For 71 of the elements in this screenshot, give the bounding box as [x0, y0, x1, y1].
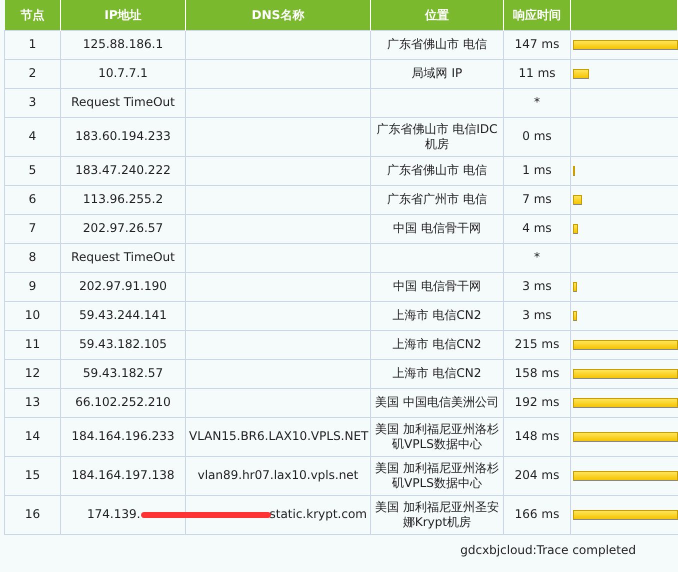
hop-number: 12 — [24, 366, 40, 380]
hop-number: 5 — [28, 163, 36, 177]
dns-name: VLAN15.BR6.LAX10.VPLS.NET — [189, 429, 368, 443]
response-time: 166 ms — [514, 507, 560, 521]
response-time: 7 ms — [522, 192, 552, 206]
hop-number: 9 — [28, 279, 36, 293]
ip-address: 59.43.244.141 — [79, 308, 167, 322]
location-text: 广东省佛山市 电信 — [387, 163, 487, 178]
column-header: 响应时间 — [513, 8, 561, 22]
ip-address: 59.43.182.57 — [82, 366, 164, 380]
response-time: 192 ms — [514, 395, 560, 409]
hop-number: 14 — [24, 429, 40, 443]
hop-number: 1 — [28, 37, 36, 51]
column-header: 节点 — [20, 8, 44, 22]
location-text: 上海市 电信CN2 — [392, 308, 482, 323]
response-time: 1 ms — [522, 163, 552, 177]
response-time: 3 ms — [522, 308, 552, 322]
ip-address: 202.97.91.190 — [79, 279, 167, 293]
ip-address: 66.102.252.210 — [75, 395, 171, 409]
response-time: 215 ms — [514, 337, 560, 351]
location-text: 广东省佛山市 电信IDC机房 — [376, 122, 498, 152]
hop-number: 16 — [24, 507, 40, 521]
location-text: 上海市 电信CN2 — [392, 366, 482, 381]
location-text: 美国 加利福尼亚州洛杉矶VPLS数据中心 — [375, 422, 499, 452]
hop-number: 6 — [28, 192, 36, 206]
hop-number: 15 — [24, 468, 40, 482]
ip-address: 59.43.182.105 — [79, 337, 167, 351]
ip-address: 184.164.196.233 — [71, 429, 175, 443]
hop-number: 10 — [24, 308, 40, 322]
hop-number: 4 — [28, 129, 36, 143]
hop-number: 3 — [28, 95, 36, 109]
location-text: 局域网 IP — [412, 66, 462, 81]
column-header: 位置 — [425, 8, 449, 22]
response-time: 158 ms — [514, 366, 560, 380]
column-header: DNS名称 — [252, 8, 304, 22]
status-text: gdcxbjcloud:Trace completed — [460, 542, 636, 556]
ip-address: 10.7.7.1 — [98, 66, 148, 80]
location-text: 美国 中国电信美洲公司 — [375, 395, 499, 410]
location-text: 上海市 电信CN2 — [392, 337, 482, 352]
ip-address: 113.96.255.2 — [82, 192, 164, 206]
hop-number: 11 — [24, 337, 40, 351]
ip-address: 184.164.197.138 — [71, 468, 175, 482]
hop-number: 8 — [28, 250, 36, 264]
response-time: 204 ms — [514, 468, 560, 482]
ip-address: 202.97.26.57 — [82, 221, 164, 235]
dns-name: static.krypt.com — [269, 507, 367, 521]
response-time: * — [534, 250, 540, 264]
hop-number: 13 — [24, 395, 40, 409]
ip-address: 125.88.186.1 — [82, 37, 164, 51]
column-header: IP地址 — [104, 8, 142, 22]
ip-address: Request TimeOut — [71, 95, 175, 109]
ip-address: Request TimeOut — [71, 250, 175, 264]
response-time: 11 ms — [518, 66, 556, 80]
location-text: 中国 电信骨干网 — [393, 221, 481, 236]
response-time: 3 ms — [522, 279, 552, 293]
location-text: 广东省佛山市 电信 — [387, 37, 487, 52]
location-text: 美国 加利福尼亚州洛杉矶VPLS数据中心 — [375, 460, 499, 490]
ip-address: 183.47.240.222 — [75, 163, 171, 177]
response-time: 0 ms — [522, 129, 552, 143]
ip-address: 174.139. — [87, 507, 140, 521]
response-time: 147 ms — [514, 37, 560, 51]
hop-number: 2 — [28, 66, 36, 80]
location-text: 中国 电信骨干网 — [393, 279, 481, 294]
location-text: 广东省广州市 电信 — [387, 192, 487, 207]
location-text: 美国 加利福尼亚州圣安娜Krypt机房 — [375, 500, 499, 530]
response-time: * — [534, 95, 540, 109]
response-time: 4 ms — [522, 221, 552, 235]
dns-name: vlan89.hr07.lax10.vpls.net — [198, 468, 358, 482]
hop-number: 7 — [28, 221, 36, 235]
response-time: 148 ms — [514, 429, 560, 443]
ip-address: 183.60.194.233 — [75, 129, 171, 143]
